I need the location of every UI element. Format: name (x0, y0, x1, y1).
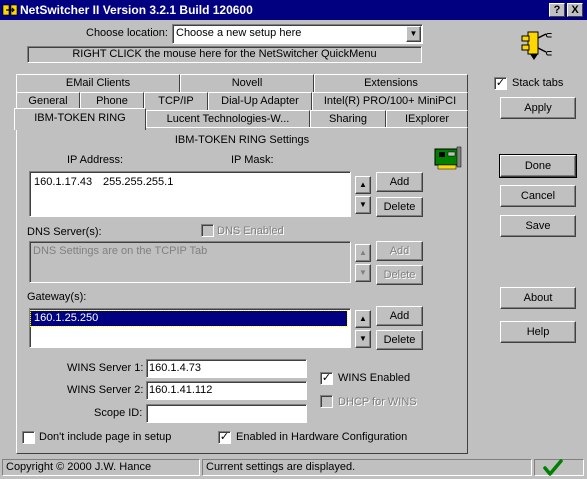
chevron-down-icon[interactable]: ▼ (406, 26, 421, 42)
gateway-add-button[interactable]: Add (376, 306, 423, 326)
dns-enabled-label: DNS Enabled (217, 225, 284, 237)
enabled-hardware-config-label: Enabled in Hardware Configuration (236, 431, 408, 443)
window-title: NetSwitcher II Version 3.2.1 Build 12060… (20, 3, 253, 17)
wins-server-1-input[interactable]: 160.1.4.73 (146, 359, 307, 378)
quickmenu-hint-bar[interactable]: RIGHT CLICK the mouse here for the NetSw… (27, 46, 422, 63)
ip-delete-button[interactable]: Delete (376, 197, 423, 217)
ip-mask-label: IP Mask: (231, 154, 274, 166)
help-title-button[interactable]: ? (549, 3, 565, 17)
status-ok-pane (534, 459, 584, 476)
cancel-button[interactable]: Cancel (500, 185, 576, 207)
tab-panel: IBM-TOKEN RING Settings IP Address: IP M… (16, 127, 468, 454)
apply-button[interactable]: Apply (500, 97, 576, 119)
dont-include-page-label: Don't include page in setup (39, 431, 172, 443)
gateway-list[interactable]: 160.1.25.250 (29, 308, 351, 348)
gateway-delete-button[interactable]: Delete (376, 330, 423, 350)
ip-address-label: IP Address: (67, 154, 124, 166)
help-button[interactable]: Help (500, 321, 576, 343)
about-button[interactable]: About (500, 287, 576, 309)
ip-address-value[interactable]: 160.1.17.43 (34, 176, 92, 188)
dns-move-up-icon: ▲ (355, 244, 371, 262)
status-copyright: Copyright © 2000 J.W. Hance (2, 459, 200, 476)
tab-tcpip[interactable]: TCP/IP (144, 92, 208, 110)
tab-extensions[interactable]: Extensions (314, 74, 468, 92)
tab-iexplorer[interactable]: IExplorer (386, 110, 468, 128)
ip-mask-value[interactable]: 255.255.255.1 (103, 176, 173, 188)
wins-server-2-value: 160.1.41.112 (149, 384, 213, 396)
netswitcher-app-icon (2, 4, 18, 16)
ip-add-button[interactable]: Add (376, 172, 423, 192)
tab-sharing[interactable]: Sharing (310, 110, 386, 128)
svg-text:⊂: ⊂ (545, 49, 553, 59)
location-selected-value: Choose a new setup here (176, 27, 302, 39)
tab-dial-up-adapter[interactable]: Dial-Up Adapter (208, 92, 312, 110)
svg-text:⊂: ⊂ (545, 31, 553, 41)
location-label: Choose location: (86, 27, 168, 39)
dhcp-for-wins-label: DHCP for WINS (338, 396, 417, 408)
tab-ibm-token-ring[interactable]: IBM-TOKEN RING (14, 108, 146, 130)
tab-lucent-technologies[interactable]: Lucent Technologies-W... (146, 110, 310, 128)
wins-enabled-checkbox[interactable]: ✓ (320, 372, 333, 385)
scope-id-label: Scope ID: (94, 407, 143, 419)
wins-server-2-label: WINS Server 2: (67, 384, 144, 396)
ip-move-down-icon[interactable]: ▼ (355, 196, 371, 214)
close-title-button[interactable]: X (567, 3, 583, 17)
dns-servers-label: DNS Server(s): (27, 226, 102, 238)
title-bar: NetSwitcher II Version 3.2.1 Build 12060… (0, 0, 587, 20)
tab-novell[interactable]: Novell (180, 74, 314, 92)
dont-include-page-checkbox[interactable] (22, 431, 35, 444)
status-message: Current settings are displayed. (202, 459, 532, 476)
tab-intel-pro-minipci[interactable]: Intel(R) PRO/100+ MiniPCI (312, 92, 468, 110)
gateway-selected-row[interactable]: 160.1.25.250 (30, 310, 348, 327)
location-select[interactable]: Choose a new setup here ▼ (172, 24, 423, 44)
dns-add-button: Add (376, 241, 423, 261)
dns-server-list: DNS Settings are on the TCPIP Tab (29, 241, 351, 283)
save-button[interactable]: Save (500, 215, 576, 237)
ip-move-up-icon[interactable]: ▲ (355, 176, 371, 194)
dns-enabled-checkbox[interactable] (201, 224, 214, 237)
done-button[interactable]: Done (499, 154, 577, 178)
gateways-label: Gateway(s): (27, 291, 87, 303)
quickmenu-hint-text: RIGHT CLICK the mouse here for the NetSw… (72, 48, 377, 60)
dns-settings-note: DNS Settings are on the TCPIP Tab (33, 245, 208, 257)
gateway-move-down-icon[interactable]: ▼ (355, 330, 371, 348)
wins-enabled-label: WINS Enabled (338, 372, 411, 384)
gateway-move-up-icon[interactable]: ▲ (355, 310, 371, 328)
tab-email-clients[interactable]: EMail Clients (16, 74, 180, 92)
wins-server-2-input[interactable]: 160.1.41.112 (146, 381, 307, 400)
wins-server-1-label: WINS Server 1: (67, 362, 144, 374)
stack-tabs-label: Stack tabs (512, 77, 564, 89)
stack-tabs-checkbox[interactable]: ✓ (494, 77, 507, 90)
wins-server-1-value: 160.1.4.73 (149, 362, 201, 374)
network-plug-logo-icon: ⊂ ⊂ (521, 31, 553, 60)
panel-title: IBM-TOKEN RING Settings (174, 134, 310, 146)
network-card-icon (434, 146, 462, 170)
dns-move-down-icon: ▼ (355, 264, 371, 282)
scope-id-input[interactable] (146, 404, 307, 423)
enabled-hardware-config-checkbox[interactable]: ✓ (218, 431, 231, 444)
dhcp-for-wins-checkbox[interactable] (320, 395, 333, 408)
dns-delete-button: Delete (376, 265, 423, 285)
ip-address-list[interactable]: 160.1.17.43 255.255.255.1 (29, 171, 351, 217)
green-checkmark-icon (543, 459, 563, 476)
